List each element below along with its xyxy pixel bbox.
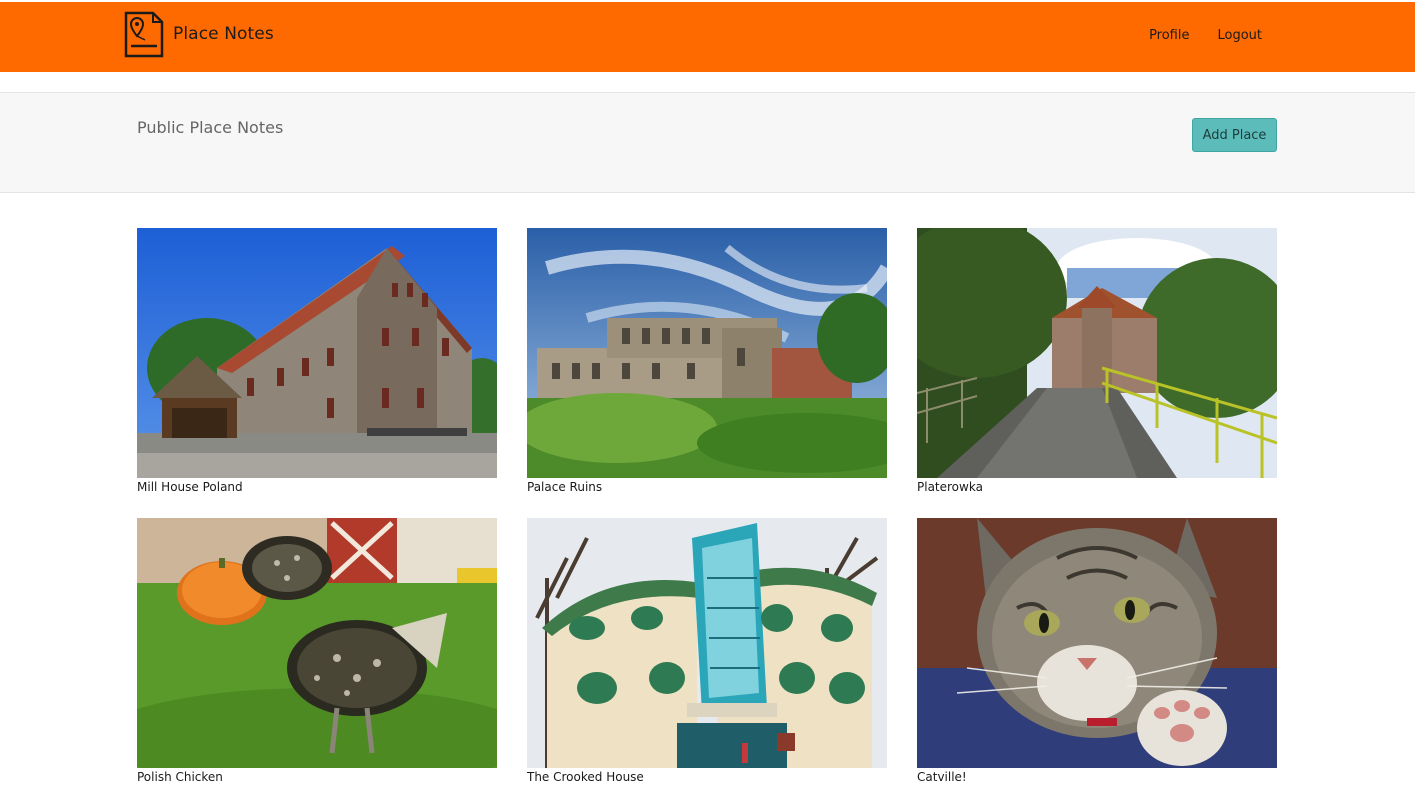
map-pin-document-icon: [124, 11, 164, 58]
place-card[interactable]: Mill House Poland: [137, 228, 497, 494]
cat-photo[interactable]: [917, 518, 1277, 768]
place-card[interactable]: Catville!: [917, 518, 1277, 784]
page-header: Public Place Notes Add Place: [0, 92, 1415, 193]
place-title[interactable]: Polish Chicken: [137, 770, 497, 784]
place-title[interactable]: The Crooked House: [527, 770, 887, 784]
nav-profile-link[interactable]: Profile: [1149, 28, 1189, 43]
stone-mill-house-photo[interactable]: [137, 228, 497, 478]
chicken-pumpkin-photo[interactable]: [137, 518, 497, 768]
place-card[interactable]: Polish Chicken: [137, 518, 497, 784]
brand-name: Place Notes: [173, 24, 274, 44]
page-title: Public Place Notes: [137, 118, 284, 137]
place-title[interactable]: Mill House Poland: [137, 480, 497, 494]
palace-ruins-photo[interactable]: [527, 228, 887, 478]
castle-road-photo[interactable]: [917, 228, 1277, 478]
add-place-button[interactable]: Add Place: [1192, 118, 1277, 152]
top-navbar: Place Notes Profile Logout: [0, 2, 1415, 72]
place-title[interactable]: Palace Ruins: [527, 480, 887, 494]
place-title[interactable]: Catville!: [917, 770, 1277, 784]
crooked-house-photo[interactable]: [527, 518, 887, 768]
brand-link[interactable]: Place Notes: [123, 9, 274, 59]
nav-logout-link[interactable]: Logout: [1217, 28, 1262, 43]
nav-links: Profile Logout: [1149, 28, 1262, 43]
place-title[interactable]: Platerowka: [917, 480, 1277, 494]
place-card[interactable]: The Crooked House: [527, 518, 887, 784]
place-card[interactable]: Platerowka: [917, 228, 1277, 494]
place-card[interactable]: Palace Ruins: [527, 228, 887, 494]
